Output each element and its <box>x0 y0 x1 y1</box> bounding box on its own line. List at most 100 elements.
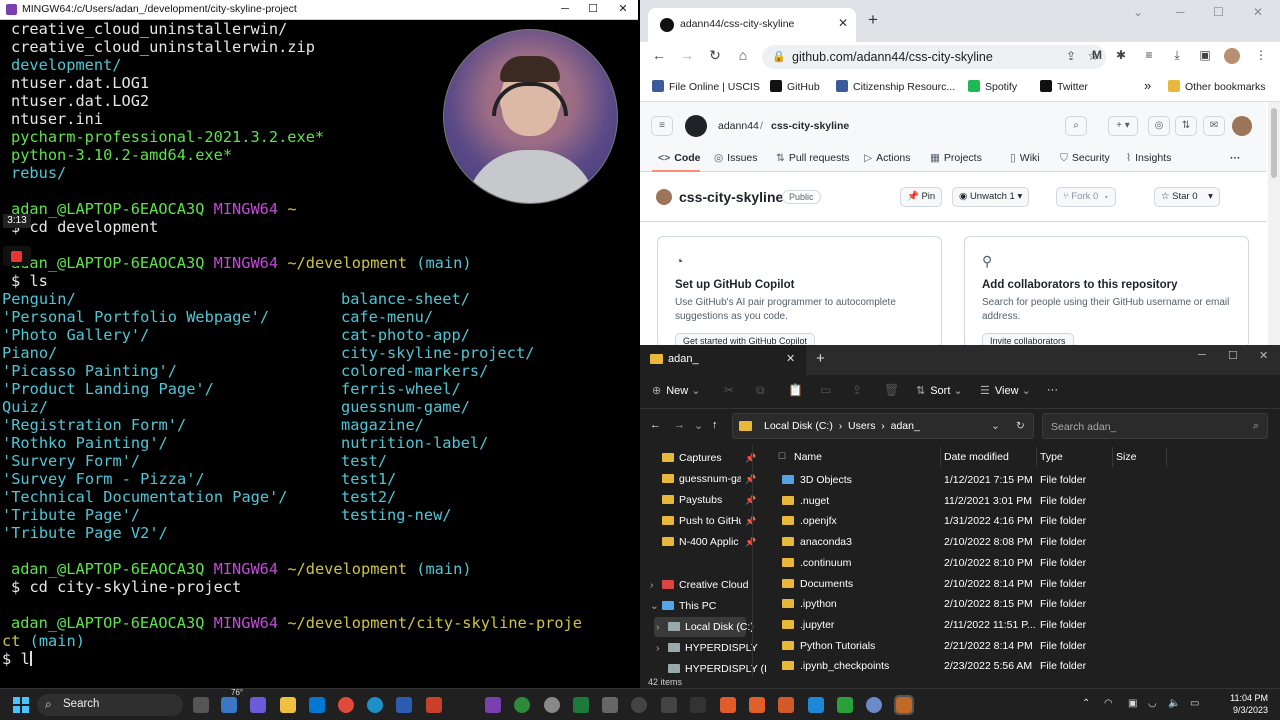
reload-icon[interactable]: ↻ <box>705 47 725 64</box>
expand-icon[interactable]: › <box>656 642 660 654</box>
git-icon[interactable] <box>778 697 794 713</box>
unwatch-button[interactable]: ◉ Unwatch 1 ▾ <box>952 187 1030 207</box>
maximize-button[interactable]: ☐ <box>1213 5 1224 19</box>
fork-button[interactable]: ⑂ Fork 0 ▾ <box>1056 187 1117 207</box>
file-explorer-window[interactable]: adan_ ✕ + ─ ☐ ✕ ⊕ New ⌄ ✂ ⧉ 📋 ▭ ⇪ 🗑 ⇅ Sort… <box>640 345 1280 688</box>
explorer-tab[interactable]: adan_ ✕ <box>640 345 806 375</box>
bookmark-item[interactable]: Spotify <box>968 80 1017 93</box>
view-button[interactable]: ☰ View ⌄ <box>980 384 1031 397</box>
minimize-button[interactable]: ─ <box>551 1 579 18</box>
clock[interactable]: 11:04 PM 9/3/2023 <box>1212 692 1268 716</box>
tab-insights[interactable]: ⌇ Insights <box>1126 152 1171 164</box>
expand-icon[interactable]: › <box>650 579 654 591</box>
task-view-icon[interactable] <box>193 697 209 713</box>
table-row[interactable]: 3D Objects 1/12/2021 7:15 PM File folder <box>758 470 1278 490</box>
refresh-icon[interactable]: ↻ <box>1016 420 1025 432</box>
weather-icon[interactable] <box>221 697 237 713</box>
more-nav-button[interactable]: ··· <box>1230 152 1241 164</box>
tab-pull-requests[interactable]: ⇅ Pull requests <box>776 152 850 164</box>
new-button[interactable]: ⊕ New ⌄ <box>652 384 701 397</box>
delete-icon[interactable]: 🗑 <box>884 383 899 397</box>
speaker-icon[interactable]: 🔈 <box>1168 698 1180 709</box>
new-tab-button[interactable]: + <box>868 10 878 30</box>
copilot-button[interactable]: Get started with GitHub Copilot <box>675 333 816 345</box>
tab-wiki[interactable]: ▯ Wiki <box>1010 152 1040 164</box>
search-icon[interactable]: ⌕ <box>1065 116 1087 136</box>
avatar[interactable] <box>1232 116 1252 136</box>
new-tab-button[interactable]: + <box>816 350 825 367</box>
table-row[interactable]: anaconda3 2/10/2022 8:08 PM File folder <box>758 532 1278 552</box>
tab-issues[interactable]: ◎ Issues <box>714 152 758 164</box>
cut-icon[interactable]: ✂ <box>724 383 734 397</box>
terminal-window[interactable]: MINGW64:/c/Users/adan_/development/city-… <box>0 0 638 688</box>
chrome-icon[interactable] <box>338 697 354 713</box>
search-input[interactable]: Search adan_ ⌕ <box>1042 413 1268 439</box>
quick-access-item[interactable]: Push to GitHu📌 <box>662 515 756 527</box>
collapse-icon[interactable]: ⌄ <box>650 600 659 612</box>
nav-this-pc[interactable]: This PC <box>662 600 716 612</box>
bookmark-item[interactable]: File Online | USCIS <box>652 80 760 93</box>
star-button[interactable]: ☆ Star 0 ▾ <box>1154 187 1220 207</box>
vscode-icon[interactable] <box>808 697 824 713</box>
onenote-icon[interactable] <box>485 697 501 713</box>
maximize-button[interactable]: ☐ <box>1228 349 1238 362</box>
file-list[interactable]: ☐ Name Date modified Type Size 3D Object… <box>758 445 1280 677</box>
powerpoint-icon[interactable] <box>426 697 442 713</box>
refresh-app-icon[interactable] <box>514 697 530 713</box>
word-icon[interactable] <box>396 697 412 713</box>
edge-icon[interactable] <box>367 697 383 713</box>
battery-icon[interactable]: ▭ <box>1190 698 1199 709</box>
table-row[interactable]: .jupyter 2/11/2022 11:51 P... File folder <box>758 615 1278 635</box>
pane-divider[interactable] <box>752 445 753 677</box>
sort-button[interactable]: ⇅ Sort ⌄ <box>916 384 963 397</box>
github-logo-icon[interactable] <box>685 115 707 137</box>
expand-icon[interactable]: › <box>656 621 660 633</box>
app-icon[interactable] <box>837 697 853 713</box>
pull-requests-icon[interactable]: ⇅ <box>1175 116 1197 136</box>
git-icon[interactable] <box>749 697 765 713</box>
bookmark-item[interactable]: Twitter <box>1040 80 1088 93</box>
stop-recording-button[interactable] <box>3 246 31 266</box>
chevron-down-icon[interactable]: ⌄ <box>1133 5 1143 19</box>
excel-icon[interactable] <box>573 697 589 713</box>
terminal-titlebar[interactable]: MINGW64:/c/Users/adan_/development/city-… <box>0 0 638 20</box>
rename-icon[interactable]: ▭ <box>820 383 831 397</box>
recent-locations-icon[interactable]: ⌄ <box>694 419 703 432</box>
column-size[interactable]: Size <box>1116 451 1136 463</box>
bookmarks-overflow[interactable]: » <box>1144 78 1151 93</box>
share-icon[interactable]: ⇪ <box>1062 49 1080 63</box>
quick-access-item[interactable]: guessnum-ga 📌 <box>662 473 756 485</box>
tab-active[interactable]: adann44/css-city-skyline ✕ <box>648 8 856 42</box>
pin-button[interactable]: 📌 Pin <box>900 187 943 207</box>
app-icon[interactable] <box>866 697 882 713</box>
table-row[interactable]: .nuget 11/2/2021 3:01 PM File folder <box>758 491 1278 511</box>
copy-icon[interactable]: ⧉ <box>756 383 765 398</box>
extension-m-icon[interactable]: M <box>1088 48 1106 62</box>
app-tray-icon[interactable]: ▣ <box>1128 698 1137 709</box>
quick-access-item[interactable]: Paystubs 📌 <box>662 494 756 506</box>
bookmark-item[interactable]: GitHub <box>770 80 820 93</box>
terminal-icon[interactable] <box>690 697 706 713</box>
column-type[interactable]: Type <box>1040 451 1063 463</box>
tab-code[interactable]: <> Code <box>658 152 701 164</box>
forward-icon[interactable]: → <box>674 419 685 431</box>
minimize-button[interactable]: ─ <box>1198 349 1206 361</box>
column-name[interactable]: Name <box>794 451 822 463</box>
taskbar-search[interactable]: ⌕ Search <box>37 694 183 716</box>
home-icon[interactable]: ⌂ <box>733 47 753 63</box>
chevron-up-icon[interactable]: ⌃ <box>1082 698 1090 709</box>
file-explorer-icon[interactable] <box>280 697 296 713</box>
table-row[interactable]: .continuum 2/10/2022 8:10 PM File folder <box>758 553 1278 573</box>
close-button[interactable]: ✕ <box>1259 349 1268 362</box>
inbox-icon[interactable]: ✉ <box>1203 116 1225 136</box>
windows-start-icon[interactable] <box>13 697 29 713</box>
forward-icon[interactable]: → <box>677 47 697 63</box>
chevron-down-icon[interactable]: ⌄ <box>991 420 1000 432</box>
hamburger-icon[interactable]: ≡ <box>651 116 673 136</box>
download-icon[interactable]: ⤓ <box>1168 48 1186 63</box>
browser-window[interactable]: adann44/css-city-skyline ✕ + ⌄ ─ ☐ ✕ ← →… <box>640 0 1280 345</box>
share-icon[interactable]: ⇪ <box>852 383 862 397</box>
avatar[interactable] <box>1224 48 1240 64</box>
wifi-icon[interactable]: ◡ <box>1148 698 1157 709</box>
calculator-icon[interactable] <box>661 697 677 713</box>
